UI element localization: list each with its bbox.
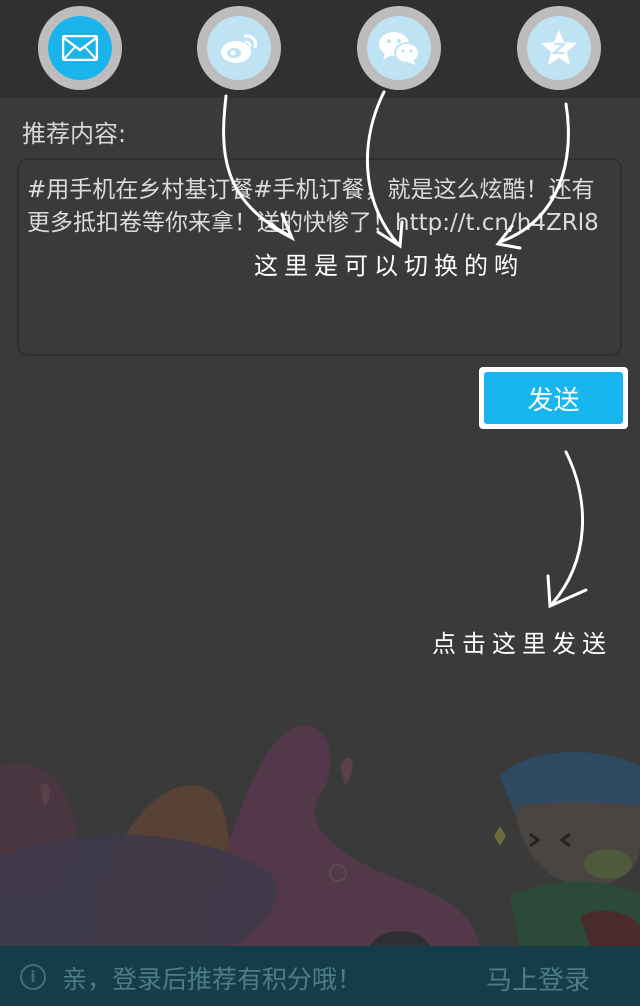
info-icon: i [20,964,46,990]
switch-hint-text: 这里是可以切换的哟 [254,252,524,280]
tutorial-arrows [222,90,588,609]
login-now-button[interactable]: 马上登录 [486,960,590,997]
arrow-to-weibo [222,94,292,238]
login-prompt-bar: i 亲，登录后推荐有积分哦！ 马上登录 [0,946,640,1006]
arrow-to-wechat [365,90,400,246]
send-hint-text: 点击这里发送 [432,630,612,658]
arrow-to-send [550,450,585,606]
login-prompt-text: 亲，登录后推荐有积分哦！ [62,965,363,994]
arrow-to-qzone [498,102,570,244]
